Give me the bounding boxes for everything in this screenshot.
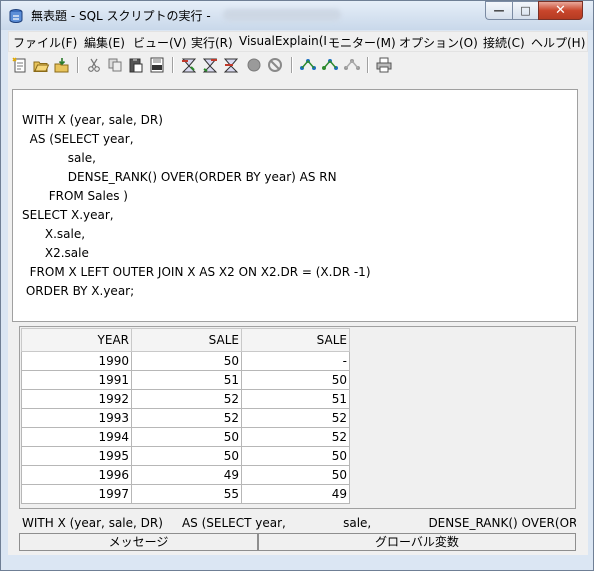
- copy-icon[interactable]: [106, 56, 124, 74]
- sql-script-window: 無表題 - SQL スクリプトの実行 - — □ ✕ ファイル(F) 編集(E)…: [0, 0, 594, 571]
- table-row[interactable]: 1991 51 50: [21, 370, 350, 390]
- table-cell[interactable]: 1992: [21, 389, 132, 409]
- explain-disabled-icon[interactable]: [343, 56, 361, 74]
- table-cell[interactable]: 50: [131, 446, 242, 466]
- table-cell[interactable]: 49: [241, 484, 350, 504]
- table-cell[interactable]: 51: [131, 370, 242, 390]
- title-bar[interactable]: 無表題 - SQL スクリプトの実行 - — □ ✕: [1, 1, 593, 30]
- table-cell[interactable]: 49: [131, 465, 242, 485]
- toolbar-separator: [172, 57, 174, 73]
- table-cell[interactable]: 52: [131, 408, 242, 428]
- table-cell[interactable]: 55: [131, 484, 242, 504]
- table-cell[interactable]: 1991: [21, 370, 132, 390]
- explain-run-icon[interactable]: [321, 56, 339, 74]
- sql-export-icon[interactable]: [148, 56, 166, 74]
- code-line: SELECT X.year,: [22, 208, 114, 222]
- table-cell[interactable]: 50: [131, 351, 242, 371]
- window-bottom-frame: [1, 555, 593, 570]
- header-row: YEAR SALE SALE: [21, 328, 350, 352]
- statement-status-line: WITH X (year, sale, DR) AS (SELECT year,…: [19, 510, 576, 534]
- explain-icon[interactable]: [299, 56, 317, 74]
- code-line: DENSE_RANK() OVER(ORDER BY year) AS RN: [22, 170, 337, 184]
- table-cell[interactable]: 1990: [21, 351, 132, 371]
- tab-messages-label: メッセージ: [108, 535, 169, 549]
- table-cell[interactable]: 50: [241, 370, 350, 390]
- sql-editor[interactable]: WITH X (year, sale, DR) AS (SELECT year,…: [12, 89, 578, 322]
- toolbar: [8, 52, 588, 79]
- status-text: WITH X (year, sale, DR) AS (SELECT year,…: [22, 516, 576, 530]
- cancel-icon[interactable]: [266, 56, 284, 74]
- table-row[interactable]: 1996 49 50: [21, 465, 350, 485]
- app-icon[interactable]: [8, 8, 24, 24]
- table-cell[interactable]: 50: [241, 446, 350, 466]
- tab-global-variables[interactable]: グローバル変数: [258, 533, 576, 551]
- redacted-title-suffix: [223, 9, 341, 21]
- table-cell[interactable]: 50: [241, 465, 350, 485]
- column-header-year[interactable]: YEAR: [21, 328, 132, 352]
- table-row[interactable]: 1995 50 50: [21, 446, 350, 466]
- new-script-icon[interactable]: [11, 56, 29, 74]
- table-cell[interactable]: 1995: [21, 446, 132, 466]
- results-grid: YEAR SALE SALE 1990 50-1991 51 50 1992 52 51 19…: [21, 328, 350, 504]
- save-icon[interactable]: [53, 56, 71, 74]
- run-from-cursor-icon[interactable]: [201, 56, 219, 74]
- column-header-sale[interactable]: SALE: [131, 328, 242, 352]
- tab-global-variables-label: グローバル変数: [375, 535, 459, 549]
- menu-file[interactable]: ファイル(F): [13, 34, 77, 51]
- menu-options[interactable]: オプション(O): [399, 34, 478, 51]
- code-line: FROM Sales ): [22, 189, 128, 203]
- tab-messages[interactable]: メッセージ: [19, 533, 258, 551]
- column-header-sale2[interactable]: SALE: [241, 328, 350, 352]
- stop-icon[interactable]: [245, 56, 263, 74]
- table-cell[interactable]: 50: [131, 427, 242, 447]
- table-cell[interactable]: 1997: [21, 484, 132, 504]
- table-row[interactable]: 1993 52 52: [21, 408, 350, 428]
- sql-code: WITH X (year, sale, DR) AS (SELECT year,…: [22, 111, 371, 301]
- menu-bar: ファイル(F) 編集(E) ビュー(V) 実行(R) VisualExplain…: [8, 31, 588, 52]
- toolbar-separator: [367, 57, 369, 73]
- paste-icon[interactable]: [127, 56, 145, 74]
- menu-help[interactable]: ヘルプ(H): [531, 34, 585, 51]
- cut-icon[interactable]: [85, 56, 103, 74]
- window-title: 無表題 - SQL スクリプトの実行 -: [31, 9, 211, 23]
- print-icon[interactable]: [375, 56, 393, 74]
- code-line: ORDER BY X.year;: [22, 284, 135, 298]
- maximize-button[interactable]: □: [512, 1, 538, 20]
- menu-visualexplain[interactable]: VisualExplain(I: [239, 34, 327, 48]
- close-button[interactable]: ✕: [538, 1, 583, 20]
- table-row[interactable]: 1992 52 51: [21, 389, 350, 409]
- code-line: X2.sale: [22, 246, 89, 260]
- table-cell[interactable]: 1993: [21, 408, 132, 428]
- minimize-button[interactable]: —: [485, 1, 512, 20]
- table-cell[interactable]: 52: [241, 427, 350, 447]
- table-cell[interactable]: -: [241, 351, 350, 371]
- toolbar-separator: [77, 57, 79, 73]
- toolbar-separator: [291, 57, 293, 73]
- run-selected-icon[interactable]: [222, 56, 240, 74]
- menu-edit[interactable]: 編集(E): [84, 34, 125, 51]
- menu-view[interactable]: ビュー(V): [133, 34, 187, 51]
- close-icon: ✕: [555, 3, 566, 18]
- open-icon[interactable]: [32, 56, 50, 74]
- table-row[interactable]: 1997 55 49: [21, 484, 350, 504]
- code-line: X.sale,: [22, 227, 86, 241]
- maximize-icon: □: [520, 4, 531, 17]
- table-cell[interactable]: 1996: [21, 465, 132, 485]
- code-line: WITH X (year, sale, DR): [22, 113, 163, 127]
- menu-run[interactable]: 実行(R): [191, 34, 233, 51]
- table-cell[interactable]: 51: [241, 389, 350, 409]
- code-line: AS (SELECT year,: [22, 132, 134, 146]
- table-row[interactable]: 1990 50-: [21, 351, 350, 371]
- minimize-icon: —: [493, 4, 505, 17]
- results-grid-panel: YEAR SALE SALE 1990 50-1991 51 50 1992 52 51 19…: [19, 326, 576, 509]
- table-cell[interactable]: 52: [241, 408, 350, 428]
- menu-monitor[interactable]: モニター(M): [328, 34, 396, 51]
- table-row[interactable]: 1994 50 52: [21, 427, 350, 447]
- table-cell[interactable]: 1994: [21, 427, 132, 447]
- run-all-icon[interactable]: [180, 56, 198, 74]
- code-line: sale,: [22, 151, 96, 165]
- table-cell[interactable]: 52: [131, 389, 242, 409]
- code-line: FROM X LEFT OUTER JOIN X AS X2 ON X2.DR …: [22, 265, 371, 279]
- menu-connect[interactable]: 接続(C): [483, 34, 525, 51]
